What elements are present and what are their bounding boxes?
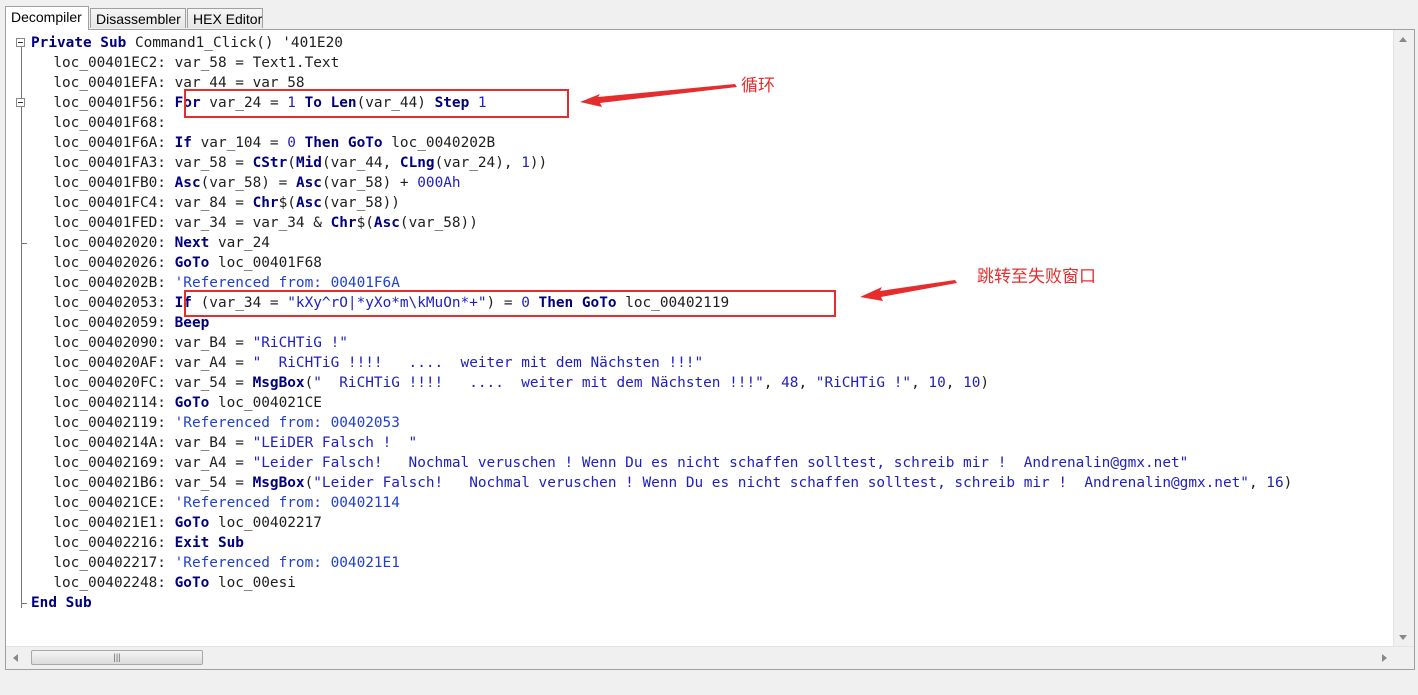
jump-arrow-icon: [860, 280, 957, 301]
annotation-arrows: [580, 84, 957, 301]
tab-decompiler[interactable]: Decompiler: [5, 6, 89, 30]
loop-arrow-icon: [580, 84, 737, 107]
loop-annotation: 循环: [741, 76, 775, 96]
jump-annotation: 跳转至失败窗口: [977, 267, 1096, 287]
